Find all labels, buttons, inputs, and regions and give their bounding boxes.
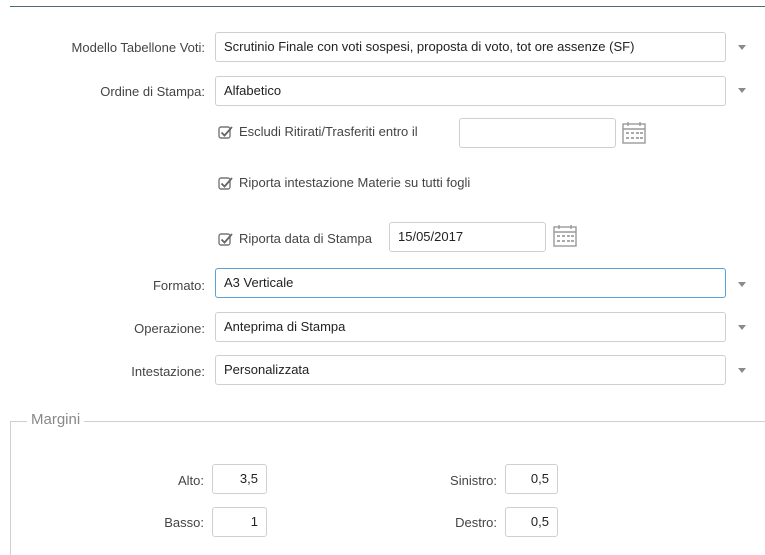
ordine-label: Ordine di Stampa: — [100, 84, 205, 99]
destro-label: Destro: — [455, 515, 497, 530]
chevron-down-icon[interactable] — [738, 368, 746, 373]
chevron-down-icon[interactable] — [738, 45, 746, 50]
calendar-icon[interactable] — [552, 224, 578, 248]
sinistro-input[interactable]: 0,5 — [505, 464, 558, 494]
margini-fieldset-left — [10, 421, 11, 555]
escludi-checkbox[interactable]: Escludi Ritirati/Trasferiti entro il — [218, 124, 418, 139]
riporta-intestazione-label: Riporta intestazione Materie su tutti fo… — [239, 175, 471, 190]
modello-select[interactable]: Scrutinio Finale con voti sospesi, propo… — [215, 32, 726, 62]
intestazione-select[interactable]: Personalizzata — [215, 355, 726, 385]
basso-input[interactable]: 1 — [212, 507, 267, 537]
chevron-down-icon[interactable] — [738, 88, 746, 93]
riporta-data-label: Riporta data di Stampa — [239, 231, 372, 246]
formato-select[interactable]: A3 Verticale — [215, 268, 726, 298]
sinistro-label: Sinistro: — [450, 473, 497, 488]
riporta-intestazione-checkbox[interactable]: Riporta intestazione Materie su tutti fo… — [218, 175, 470, 190]
operazione-label: Operazione: — [134, 321, 205, 336]
basso-label: Basso: — [164, 515, 204, 530]
destro-input[interactable]: 0,5 — [505, 507, 558, 537]
margini-fieldset-top — [10, 421, 765, 422]
formato-label: Formato: — [152, 278, 205, 293]
alto-label: Alto: — [177, 473, 204, 488]
escludi-label: Escludi Ritirati/Trasferiti entro il — [239, 124, 418, 139]
checkbox-checked-icon[interactable] — [218, 125, 234, 139]
escludi-date-input[interactable] — [459, 118, 616, 148]
operazione-select[interactable]: Anteprima di Stampa — [215, 312, 726, 342]
alto-input[interactable]: 3,5 — [212, 464, 267, 494]
intestazione-label: Intestazione: — [131, 364, 205, 379]
modello-label: Modello Tabellone Voti: — [71, 40, 205, 55]
ordine-select[interactable]: Alfabetico — [215, 76, 726, 106]
margini-legend: Margini — [27, 411, 85, 428]
checkbox-checked-icon[interactable] — [218, 176, 234, 190]
chevron-down-icon[interactable] — [738, 282, 746, 287]
checkbox-checked-icon[interactable] — [218, 232, 234, 246]
riporta-data-checkbox[interactable]: Riporta data di Stampa — [218, 231, 372, 246]
data-stampa-input[interactable]: 15/05/2017 — [389, 222, 546, 252]
top-divider — [10, 6, 765, 7]
calendar-icon[interactable] — [621, 121, 647, 145]
chevron-down-icon[interactable] — [738, 325, 746, 330]
